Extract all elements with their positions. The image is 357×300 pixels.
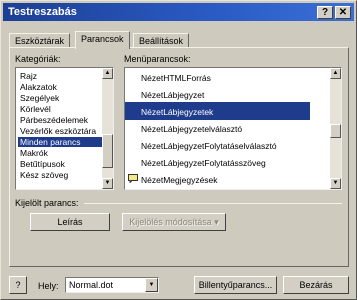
- command-item-selected[interactable]: NézetLábjegyzetek: [125, 102, 310, 120]
- tab-options[interactable]: Beállítások: [133, 33, 190, 48]
- commands-panel: Kategóriák: Rajz Alakzatok Szegélyek Kör…: [9, 47, 349, 267]
- scroll-down-icon[interactable]: ▼: [330, 178, 341, 189]
- tab-commands[interactable]: Parancsok: [75, 31, 130, 49]
- command-item[interactable]: NézetLábjegyzetFolytatáselválasztó: [125, 136, 310, 154]
- window-title: Testreszabás: [8, 6, 77, 18]
- help-button[interactable]: ?: [317, 6, 333, 19]
- command-item[interactable]: NézetLábjegyzetFolytatásszöveg: [125, 153, 310, 171]
- command-item[interactable]: NézetHTMLForrás: [125, 68, 310, 86]
- save-in-select[interactable]: Normal.dot ▼: [65, 277, 159, 293]
- categories-list[interactable]: Rajz Alakzatok Szegélyek Körlevél Párbes…: [15, 67, 114, 190]
- description-button[interactable]: Leírás: [30, 213, 110, 231]
- scroll-up-icon[interactable]: ▲: [102, 68, 113, 79]
- close-button[interactable]: ✕: [335, 6, 351, 19]
- list-item[interactable]: Kész szöveg: [18, 170, 68, 180]
- commands-scrollbar[interactable]: ▲ ▼: [330, 68, 341, 189]
- customize-dialog: Testreszabás ? ✕ Eszköztárak Parancsok B…: [0, 0, 357, 300]
- save-in-label: Hely:: [38, 281, 59, 291]
- selected-command-label: Kijelölt parancs:: [15, 198, 79, 208]
- command-item-text: NézetLábjegyzetek: [141, 107, 214, 117]
- commands-list[interactable]: NézetHTMLForrás NézetLábjegyzet NézetLáb…: [124, 67, 342, 190]
- modify-selection-button[interactable]: Kijelölés módosítása ▾: [122, 213, 226, 231]
- modify-selection-label: Kijelölés módosítása: [129, 217, 212, 227]
- command-item[interactable]: NézetMegjegyzések: [125, 170, 310, 188]
- command-item-text: NézetLábjegyzetFolytatáselválasztó: [141, 141, 277, 151]
- list-item[interactable]: Szegélyek: [18, 93, 59, 103]
- comment-icon: [128, 174, 138, 183]
- scroll-up-icon[interactable]: ▲: [330, 68, 341, 79]
- tab-toolbars[interactable]: Eszköztárak: [9, 33, 71, 48]
- list-item[interactable]: Körlevél: [18, 104, 51, 114]
- list-item[interactable]: Vezérlők eszköztára: [18, 126, 96, 136]
- title-bar[interactable]: Testreszabás ? ✕: [3, 3, 354, 21]
- list-item[interactable]: Rajz: [18, 71, 37, 81]
- list-item[interactable]: Párbeszédelemek: [18, 115, 88, 125]
- list-item-selected[interactable]: Minden parancs: [18, 137, 102, 147]
- command-item-text: NézetHTMLForrás: [141, 73, 211, 83]
- categories-scrollbar[interactable]: ▲ ▼: [102, 68, 113, 189]
- command-item[interactable]: NézetLábjegyzetelválasztó: [125, 119, 310, 137]
- close-dialog-button[interactable]: Bezárás: [283, 276, 349, 294]
- dropdown-arrow-icon: ▾: [214, 217, 219, 227]
- command-item-text: NézetLábjegyzetFolytatásszöveg: [141, 158, 266, 168]
- scroll-down-icon[interactable]: ▼: [102, 178, 113, 189]
- command-item-text: NézetLábjegyzetelválasztó: [141, 124, 243, 134]
- command-item[interactable]: NézetLábjegyzet: [125, 85, 310, 103]
- list-item[interactable]: Alakzatok: [18, 82, 57, 92]
- command-item-text: NézetMegjegyzések: [141, 175, 218, 185]
- chevron-down-icon[interactable]: ▼: [145, 278, 158, 292]
- save-in-value: Normal.dot: [69, 280, 114, 290]
- keyboard-button[interactable]: Billentyűparancs...: [194, 276, 277, 294]
- help-icon[interactable]: ?: [9, 276, 27, 294]
- group-divider: [84, 203, 342, 204]
- list-item[interactable]: Makrók: [18, 148, 48, 158]
- command-item-text: NézetLábjegyzet: [141, 90, 205, 100]
- list-item[interactable]: Betűtípusok: [18, 159, 65, 169]
- commands-label: Menüparancsok:: [124, 54, 191, 64]
- scroll-thumb[interactable]: [102, 134, 113, 168]
- categories-label: Kategóriák:: [15, 54, 61, 64]
- scroll-thumb[interactable]: [330, 124, 341, 138]
